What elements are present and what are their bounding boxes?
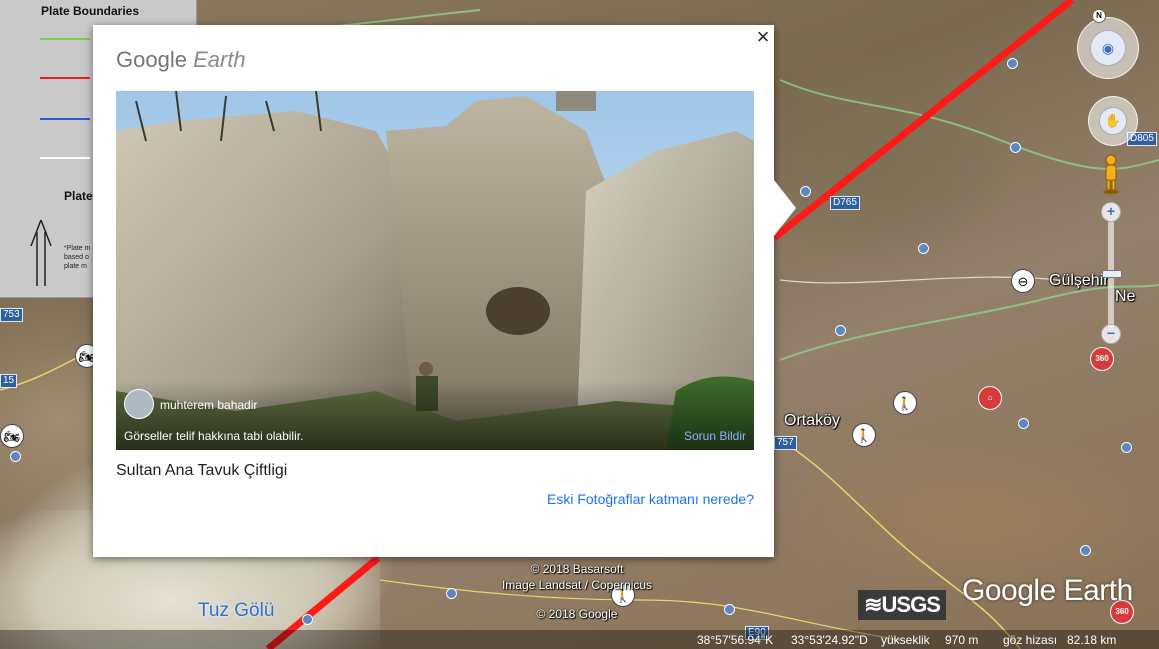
google-earth-logo: Google Earth [962, 574, 1133, 607]
author-avatar[interactable] [124, 389, 154, 419]
look-joystick-icon[interactable]: ◉ [1090, 30, 1126, 66]
place-title: Sultan Ana Tavuk Çiftligi [116, 462, 288, 479]
plate-boundary-line [771, 0, 1075, 241]
location-pin-icon[interactable] [446, 588, 457, 599]
legend-swatch-green [40, 38, 90, 40]
compass-north-icon[interactable]: N [1092, 9, 1106, 23]
place-label-ortakoy[interactable]: Ortaköy [784, 412, 840, 430]
zoom-slider[interactable]: + − [1101, 202, 1122, 344]
hand-icon[interactable]: ✋ [1099, 107, 1127, 135]
look-control[interactable]: ◉ N [1077, 9, 1139, 79]
legend-swatch-blue [40, 118, 90, 120]
road-label: 753 [0, 308, 23, 322]
eye-altitude-value: 82.18 km [1067, 633, 1117, 647]
google-earth-popup-logo: Google Earth [116, 47, 246, 72]
location-pin-icon[interactable] [724, 604, 735, 615]
location-icon[interactable]: ⌂ [978, 386, 1002, 410]
legend-subtitle: Plate [64, 189, 93, 203]
place-photo[interactable]: muhterem bahadir Görseller telif hakkına… [116, 91, 754, 450]
place-info-popup: × Google Earth muhterem bahadir Görselle… [93, 25, 796, 557]
legend-note: *Plate m based o plate m [64, 245, 91, 270]
location-pin-icon[interactable] [1007, 58, 1018, 69]
move-control[interactable]: ✋ [1088, 96, 1138, 146]
legend-swatch-white [40, 157, 90, 159]
close-icon[interactable]: × [753, 26, 773, 48]
pegman-icon[interactable] [1100, 154, 1122, 194]
road-label: D765 [830, 196, 860, 210]
usgs-logo: ≋USGS [858, 590, 946, 620]
photo-author[interactable]: muhterem bahadir [160, 398, 257, 412]
location-pin-icon[interactable] [1121, 442, 1132, 453]
zoom-knob[interactable] [1102, 270, 1122, 278]
longitude-readout: 33°53'24.92"D [791, 633, 868, 647]
eye-altitude-label: göz hizası [1003, 633, 1058, 647]
hiker-icon[interactable]: 🚶 [852, 423, 876, 447]
place-label-tuz-golu[interactable]: Tuz Gölü [198, 600, 274, 622]
location-pin-icon[interactable] [800, 186, 811, 197]
photo-copyright-note: Görseller telif hakkına tabi olabilir. [124, 429, 304, 443]
copyright-google: © 2018 Google [536, 607, 618, 621]
location-pin-icon[interactable] [1018, 418, 1029, 429]
move-ring[interactable]: ✋ [1088, 96, 1138, 146]
hiker-icon[interactable]: 🚶 [893, 391, 917, 415]
legend-title: Plate Boundaries [40, 4, 140, 18]
motorbike-icon[interactable]: 🏍 [0, 424, 24, 448]
zoom-in-button[interactable]: + [1101, 202, 1121, 222]
place-label-gulsehir[interactable]: Gülşehir [1049, 272, 1109, 290]
report-problem-link[interactable]: Sorun Bildir [684, 429, 746, 443]
location-pin-icon[interactable] [302, 614, 313, 625]
status-bar: 38°57'56.94"K 33°53'24.92"D yükseklik 97… [0, 630, 1159, 649]
road-label: 15 [0, 374, 18, 388]
elevation-label: yükseklik [881, 633, 930, 647]
arrow-up-icon [30, 219, 52, 286]
compass-ring[interactable]: ◉ [1077, 17, 1139, 79]
latitude-readout: 38°57'56.94"K [697, 633, 774, 647]
legend-swatch-red [40, 77, 90, 79]
location-pin-icon[interactable] [1080, 545, 1091, 556]
360-photo-icon[interactable]: 360 [1090, 347, 1114, 371]
old-photos-help-link[interactable]: Eski Fotoğraflar katmanı nerede? [547, 491, 754, 507]
location-pin-icon[interactable] [918, 243, 929, 254]
location-pin-icon[interactable] [835, 325, 846, 336]
location-pin-icon[interactable] [10, 451, 21, 462]
elevation-value: 970 m [945, 633, 979, 647]
copyright-basarsoft: © 2018 Basarsoft [530, 562, 624, 576]
copyright-landsat: Image Landsat / Copernicus [501, 578, 653, 592]
zoom-out-button[interactable]: − [1101, 324, 1121, 344]
location-pin-icon[interactable] [1010, 142, 1021, 153]
road-label: 757 [774, 436, 797, 450]
waypoint-icon[interactable]: ⊖ [1011, 269, 1035, 293]
popup-pointer [774, 180, 796, 236]
